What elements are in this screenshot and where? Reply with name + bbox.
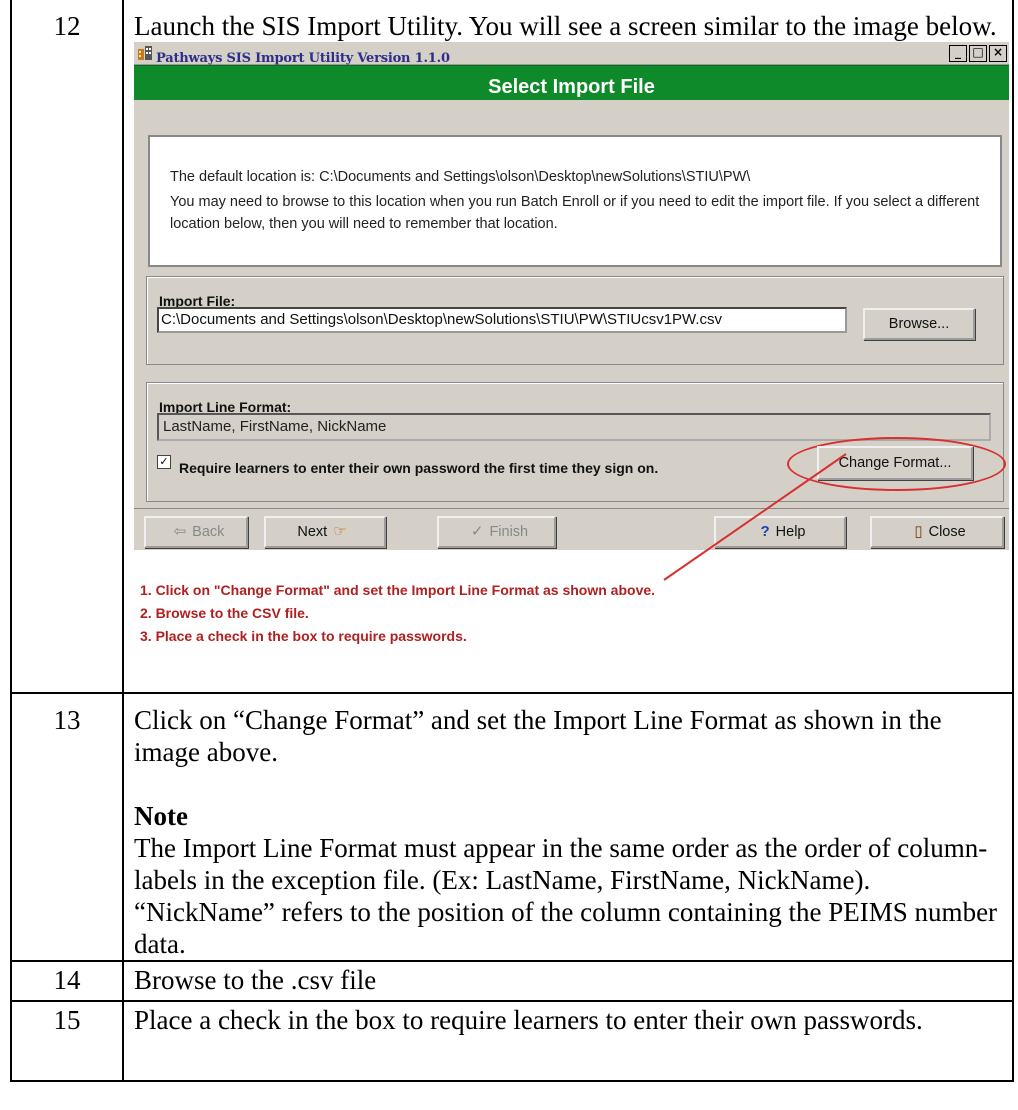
step-text: Click on “Change Format” and set the Imp… [134,705,942,767]
import-line-format-group: Import Line Format: LastName, FirstName,… [146,382,1006,502]
default-location-text: The default location is: C:\Documents an… [170,169,751,185]
import-file-input[interactable]: C:\Documents and Settings\olson\Desktop\… [157,307,847,333]
app-icon [138,46,152,60]
browse-button[interactable]: Browse... [863,308,975,340]
dialog-body: The default location is: C:\Documents an… [134,100,1009,550]
step-row: 14 Browse to the .csv file [10,960,1014,1002]
window-title-bar: Pathways SIS Import Utility Version 1.1.… [134,42,1009,66]
step-text: Launch the SIS Import Utility. You will … [134,11,997,41]
require-password-checkbox[interactable]: ✓ [157,455,171,469]
finish-button[interactable]: ✓ Finish [437,516,556,548]
page-title: Select Import File [488,76,655,98]
annotation-line: 3. Place a check in the box to require p… [140,628,467,644]
change-format-button[interactable]: Change Format... [817,446,973,480]
step-number: 13 [10,692,124,962]
back-arrow-icon: ⇦ [173,523,187,540]
step-number: 15 [10,1000,124,1082]
close-button[interactable]: ▯ Close [870,516,1004,548]
browse-note-text: You may need to browse to this location … [170,194,980,232]
step-row: 12 Launch the SIS Import Utility. You wi… [10,0,1014,694]
import-file-group: Import File: C:\Documents and Settings\o… [146,276,1004,365]
door-icon: ▯ [914,523,923,540]
question-mark-icon: ? [760,523,770,540]
steps-table: 12 Launch the SIS Import Utility. You wi… [10,0,1014,1082]
wizard-nav-bar: ⇦ Back Next ☞ ✓ Finish ? Help ▯ Close [134,508,1009,551]
next-button[interactable]: Next ☞ [264,516,386,548]
finish-button-label: Finish [489,524,529,540]
back-button-label: Back [192,524,225,540]
step-row: 15 Place a check in the box to require l… [10,1000,1014,1082]
close-window-button[interactable]: × [989,45,1007,62]
header-bar: Select Import File [134,65,1009,101]
step-number: 14 [10,960,124,1002]
next-button-label: Next [297,524,328,540]
note-heading: Note [134,801,188,831]
pointing-hand-icon: ☞ [333,523,347,540]
step-content: Launch the SIS Import Utility. You will … [122,0,1014,694]
maximize-button[interactable]: □ [969,45,987,62]
step-number: 12 [10,0,124,694]
annotation-notes: 1. Click on "Change Format" and set the … [134,550,1009,657]
window-controls: _ □ × [949,45,1007,62]
import-line-format-field: LastName, FirstName, NickName [157,413,991,441]
step-content: Click on “Change Format” and set the Imp… [122,692,1014,962]
help-button[interactable]: ? Help [714,516,846,548]
info-box: The default location is: C:\Documents an… [148,135,1002,267]
close-button-label: Close [928,524,966,540]
help-button-label: Help [775,524,806,540]
note-text: The Import Line Format must appear in th… [134,833,998,959]
back-button[interactable]: ⇦ Back [144,516,248,548]
step-text: Place a check in the box to require lear… [122,1000,1014,1082]
step-row: 13 Click on “Change Format” and set the … [10,692,1014,962]
app-screenshot: Pathways SIS Import Utility Version 1.1.… [134,42,1009,657]
require-password-label: Require learners to enter their own pass… [179,460,659,476]
checkmark-icon: ✓ [470,523,484,540]
step-text: Browse to the .csv file [122,960,1014,1002]
minimize-button[interactable]: _ [949,45,967,62]
